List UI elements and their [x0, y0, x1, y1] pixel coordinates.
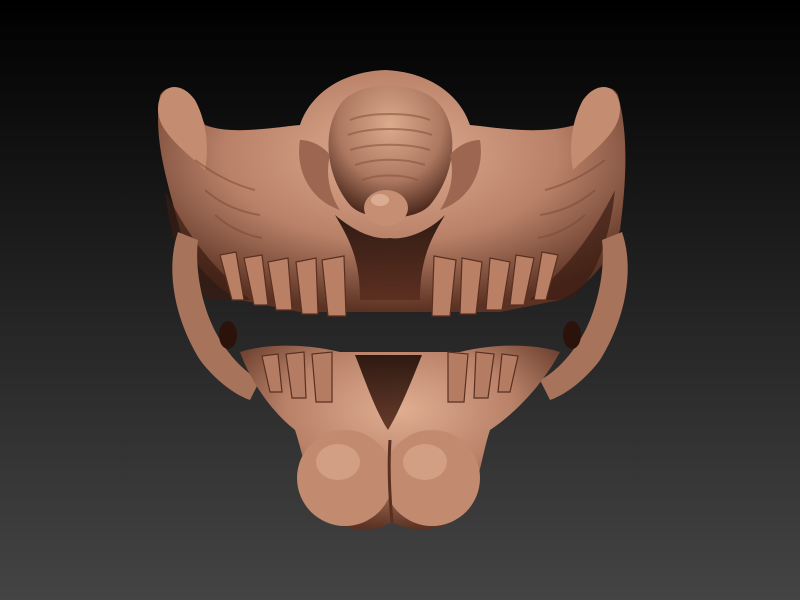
nose-tip [364, 190, 408, 226]
right-strap-hole [563, 321, 581, 349]
mask-render [157, 70, 628, 530]
chin-right-highlight [403, 444, 447, 480]
viewport [0, 0, 800, 600]
left-strap-hole [219, 321, 237, 349]
nose-tip-highlight [371, 194, 389, 206]
chin-left-highlight [316, 444, 360, 480]
